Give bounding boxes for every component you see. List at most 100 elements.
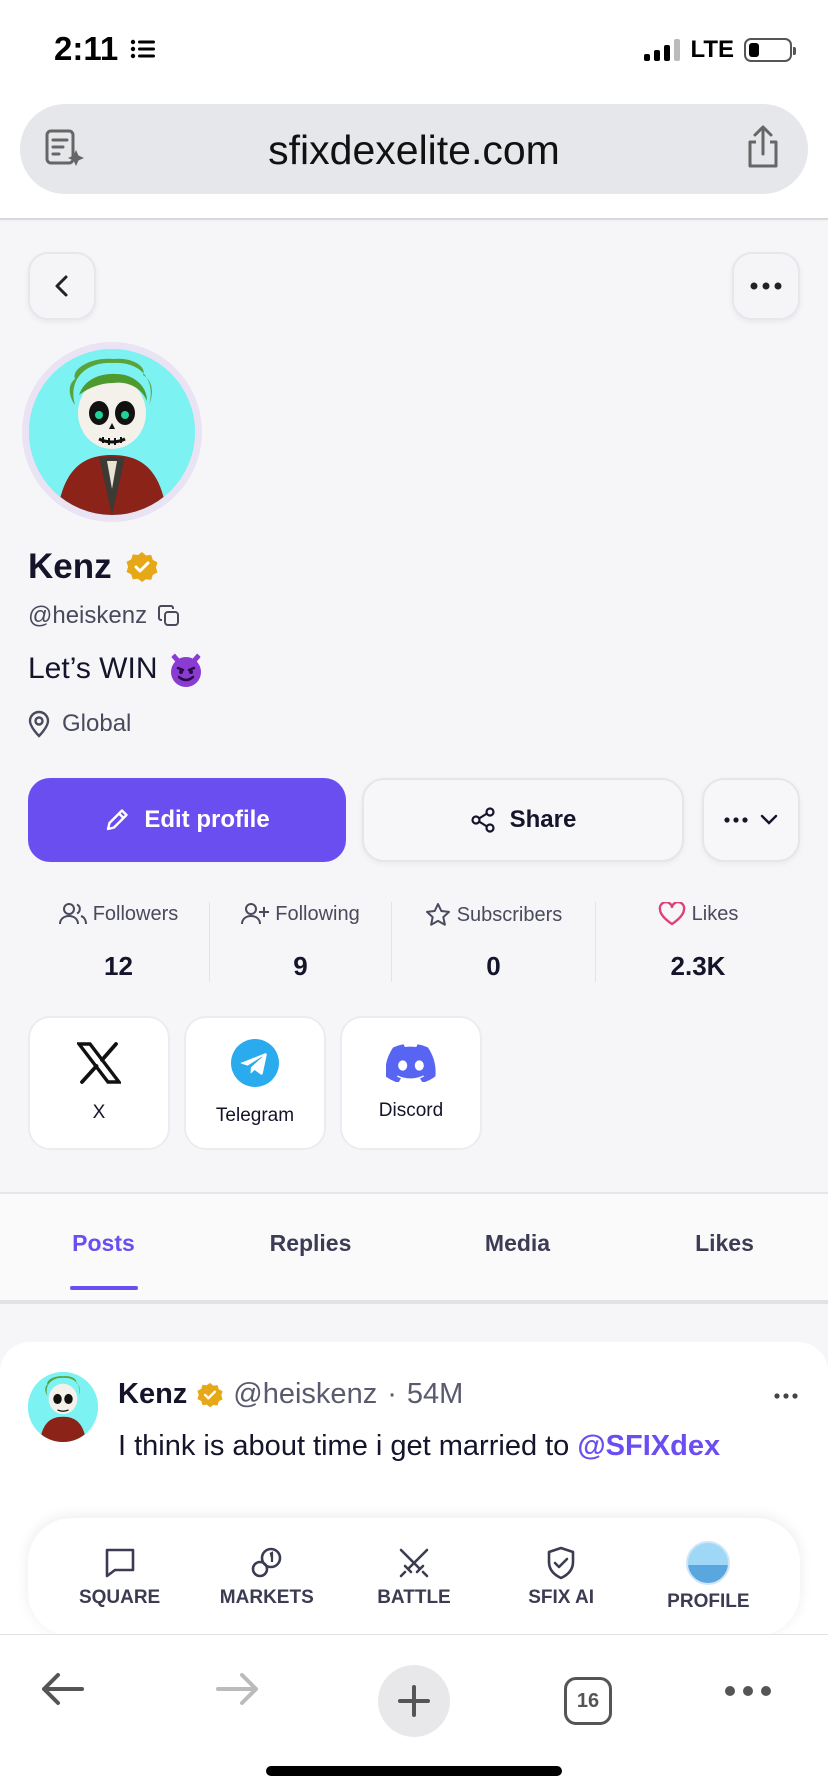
post-more-button[interactable] bbox=[774, 1386, 798, 1404]
nav-label: BATTLE bbox=[377, 1587, 451, 1608]
stat-label-text: Followers bbox=[92, 902, 179, 925]
social-link-telegram[interactable]: Telegram bbox=[184, 1016, 326, 1150]
profile-location-text: Global bbox=[62, 710, 132, 737]
profile-avatar-icon bbox=[686, 1541, 731, 1585]
edit-profile-button[interactable]: Edit profile bbox=[28, 778, 346, 862]
share-profile-button[interactable]: Share bbox=[362, 778, 684, 862]
edit-profile-label: Edit profile bbox=[144, 806, 270, 833]
stat-label: Likes bbox=[658, 902, 739, 926]
more-horizontal-icon bbox=[724, 817, 748, 823]
status-bar: 2:11 LTE bbox=[0, 0, 828, 100]
stat-value: 2.3K bbox=[670, 951, 726, 981]
profile-page: Kenz @heiskenz Let’s WIN Global Edit pro… bbox=[0, 222, 828, 1634]
more-horizontal-icon bbox=[725, 1686, 771, 1696]
profile-name: Kenz bbox=[28, 547, 158, 587]
x-logo-icon bbox=[77, 1042, 121, 1084]
post-meta-separator: · bbox=[387, 1378, 397, 1410]
profile-bio-text: Let’s WIN bbox=[28, 652, 158, 685]
verified-badge-icon bbox=[126, 552, 158, 582]
stat-label-text: Likes bbox=[691, 902, 739, 925]
profile-tabs: Posts Replies Media Likes bbox=[0, 1194, 828, 1300]
social-link-x[interactable]: X bbox=[28, 1016, 170, 1150]
back-button[interactable] bbox=[28, 252, 96, 320]
tab-posts[interactable]: Posts bbox=[0, 1194, 207, 1300]
copy-icon[interactable] bbox=[157, 604, 181, 628]
stat-label-text: Subscribers bbox=[456, 903, 563, 926]
browser-menu-button[interactable] bbox=[724, 1685, 772, 1697]
browser-forward-button[interactable] bbox=[214, 1665, 262, 1713]
social-link-discord[interactable]: Discord bbox=[340, 1016, 482, 1150]
nav-profile[interactable]: PROFILE bbox=[638, 1541, 778, 1613]
signal-icon bbox=[644, 39, 681, 61]
social-links: X Telegram Discord bbox=[28, 1016, 482, 1150]
profile-avatar[interactable] bbox=[22, 342, 202, 522]
profile-handle: @heiskenz bbox=[28, 602, 181, 630]
location-pin-icon bbox=[28, 710, 50, 738]
stat-subscribers[interactable]: Subscribers 0 bbox=[392, 902, 596, 982]
chevron-down-icon bbox=[760, 814, 778, 825]
status-indicators: LTE bbox=[644, 36, 796, 64]
post-mention-link[interactable]: @SFIXdex bbox=[577, 1430, 720, 1462]
tabs-button[interactable]: 16 bbox=[564, 1677, 612, 1725]
stat-following[interactable]: Following 9 bbox=[210, 902, 392, 982]
url-field[interactable]: sfixdexelite.com bbox=[20, 104, 808, 194]
stat-value: 9 bbox=[293, 951, 308, 981]
nav-battle[interactable]: BATTLE bbox=[344, 1545, 484, 1609]
post-author-name[interactable]: Kenz bbox=[118, 1378, 187, 1411]
verified-badge-icon bbox=[197, 1382, 223, 1407]
skull-character-image bbox=[28, 1372, 98, 1442]
home-indicator bbox=[266, 1766, 562, 1776]
markets-icon bbox=[251, 1547, 282, 1578]
post-author-handle: @heiskenz bbox=[233, 1378, 378, 1410]
more-options-button[interactable] bbox=[732, 252, 800, 320]
tab-media[interactable]: Media bbox=[414, 1194, 621, 1300]
stat-label: Followers bbox=[58, 902, 179, 926]
pencil-icon bbox=[107, 809, 129, 831]
post-timestamp: 54M bbox=[406, 1378, 464, 1410]
arrow-right-icon bbox=[216, 1673, 258, 1705]
url-text: sfixdexelite.com bbox=[268, 127, 560, 173]
post-header: Kenz @heiskenz · 54M bbox=[118, 1378, 463, 1411]
chat-square-icon bbox=[105, 1548, 134, 1578]
more-horizontal-icon bbox=[750, 282, 782, 290]
profile-location: Global bbox=[28, 710, 131, 738]
discord-icon bbox=[386, 1044, 436, 1082]
social-label: Discord bbox=[378, 1100, 444, 1121]
nav-label: SQUARE bbox=[78, 1587, 161, 1608]
stat-label: Subscribers bbox=[425, 902, 563, 928]
browser-address-bar: sfixdexelite.com bbox=[0, 100, 828, 220]
telegram-icon bbox=[231, 1039, 279, 1087]
tab-likes[interactable]: Likes bbox=[621, 1194, 828, 1300]
share-icon[interactable] bbox=[744, 124, 782, 170]
add-user-icon bbox=[241, 903, 270, 925]
stat-value: 12 bbox=[104, 951, 133, 981]
nav-sfix-ai[interactable]: SFIX AI bbox=[491, 1545, 631, 1609]
followers-icon bbox=[58, 903, 87, 925]
more-actions-dropdown[interactable] bbox=[702, 778, 800, 862]
profile-name-text: Kenz bbox=[28, 547, 112, 586]
nav-markets[interactable]: MARKETS bbox=[197, 1545, 337, 1609]
social-label: X bbox=[92, 1102, 106, 1123]
stat-likes[interactable]: Likes 2.3K bbox=[596, 902, 800, 982]
nav-label: PROFILE bbox=[667, 1591, 750, 1612]
share-nodes-icon bbox=[471, 807, 495, 833]
tab-replies[interactable]: Replies bbox=[207, 1194, 414, 1300]
skull-character-image bbox=[29, 349, 195, 515]
chevron-left-icon bbox=[55, 275, 68, 297]
post-text: I think is about time i get married to bbox=[118, 1430, 570, 1462]
swords-icon bbox=[399, 1548, 429, 1578]
plus-icon bbox=[398, 1685, 430, 1717]
browser-back-button[interactable] bbox=[38, 1665, 86, 1713]
post-author-avatar[interactable] bbox=[28, 1372, 98, 1442]
profile-stats: Followers 12 Following 9 Subscribers 0 L… bbox=[28, 902, 800, 982]
shield-check-icon bbox=[547, 1546, 575, 1580]
list-icon bbox=[131, 39, 156, 59]
stat-value: 0 bbox=[486, 951, 501, 981]
smiling-devil-emoji-icon bbox=[169, 651, 203, 687]
new-tab-button[interactable] bbox=[378, 1665, 450, 1737]
nav-square[interactable]: SQUARE bbox=[50, 1545, 190, 1609]
stat-followers[interactable]: Followers 12 bbox=[28, 902, 210, 982]
heart-icon bbox=[658, 902, 685, 926]
more-horizontal-icon bbox=[774, 1393, 798, 1399]
nav-label: MARKETS bbox=[219, 1587, 314, 1608]
